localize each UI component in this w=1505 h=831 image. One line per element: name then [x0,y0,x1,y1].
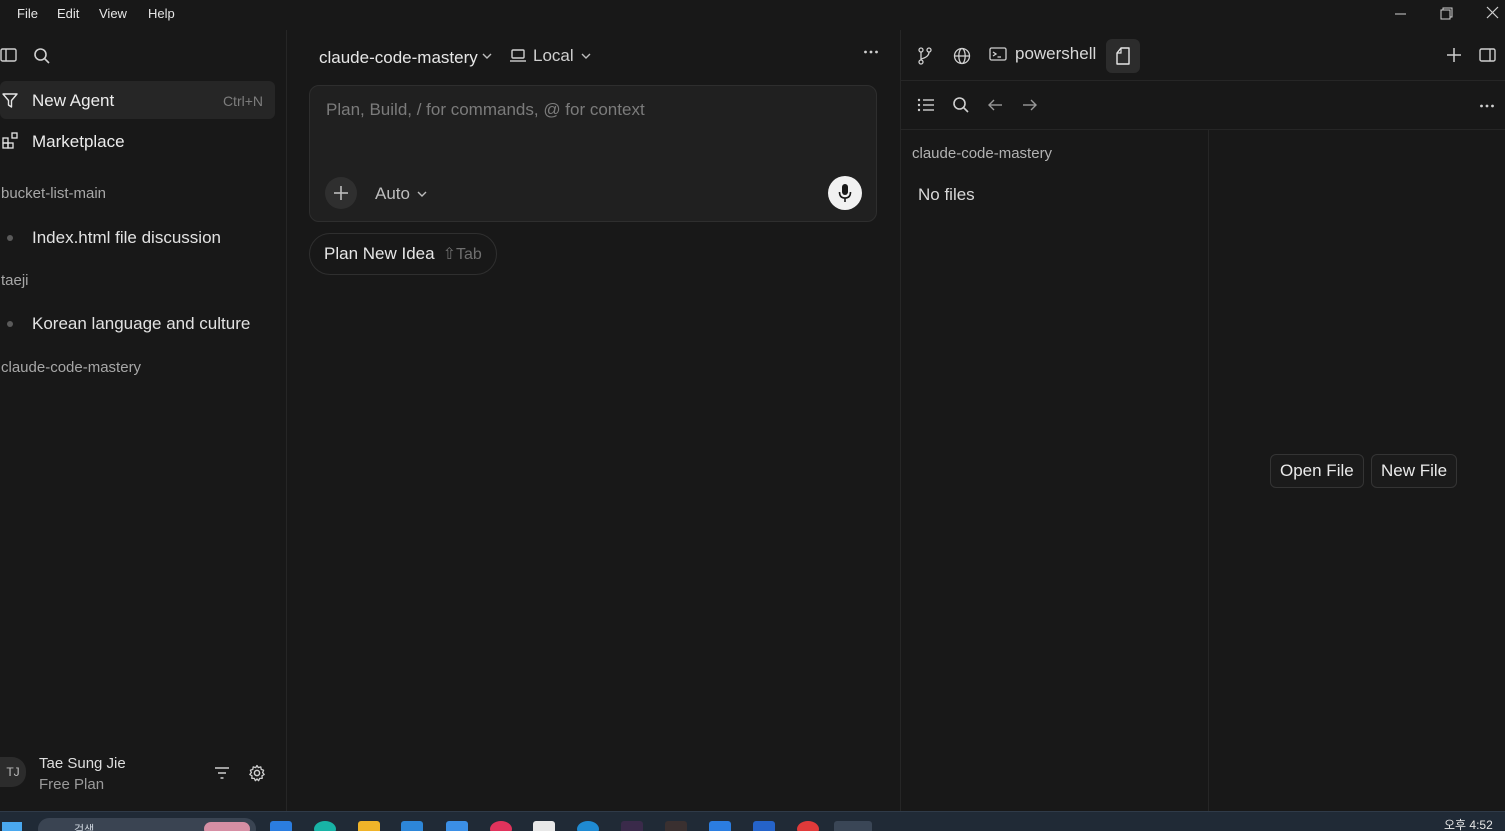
marketplace-label: Marketplace [32,132,125,151]
tab-powershell[interactable]: powershell [989,44,1096,64]
chat-dot [7,321,13,327]
open-file-button[interactable]: Open File [1270,454,1364,488]
filter-icon[interactable] [214,766,230,780]
search-icon[interactable] [33,47,51,65]
new-file-button[interactable]: New File [1371,454,1458,488]
file-tree: claude-code-mastery No files [901,130,1209,811]
sidebar: New Agent Ctrl+N Marketplace bucket-list… [0,30,287,811]
settings-gear-icon[interactable] [248,764,266,782]
marketplace-button[interactable]: Marketplace [0,122,275,160]
prompt-composer: Auto [309,85,877,222]
prompt-input[interactable] [326,100,846,120]
title-bar: File Edit View Help [0,0,1505,30]
chevron-down-icon [481,51,493,61]
new-agent-button[interactable]: New Agent Ctrl+N [0,81,275,119]
main-panel: claude-code-mastery Local Auto [287,30,901,811]
more-options-icon[interactable] [863,48,879,56]
new-agent-shortcut: Ctrl+N [222,93,263,109]
taskbar-app-icon[interactable] [797,821,819,831]
menu-help[interactable]: Help [148,6,175,21]
mode-selector[interactable]: Auto [375,184,428,204]
chevron-down-icon [416,189,428,199]
add-tab-icon[interactable] [1446,47,1462,63]
repo-name: claude-code-mastery [319,48,478,67]
taskbar-app-icon[interactable] [577,821,599,831]
add-context-button[interactable] [325,177,357,209]
toggle-sidebar-icon[interactable] [0,47,18,63]
repo-selector[interactable]: claude-code-mastery [319,48,492,68]
chat-title: Index.html file discussion [32,228,221,247]
laptop-icon [509,48,527,64]
file-icon [1116,47,1130,65]
taskbar-search[interactable]: 검색 [38,818,256,831]
more-options-icon[interactable] [1479,102,1495,110]
close-window-button[interactable] [1481,4,1505,24]
new-agent-label: New Agent [32,91,115,110]
project-group-label[interactable]: bucket-list-main [1,185,106,202]
avatar: TJ [0,757,26,787]
taskbar-app-icon[interactable] [533,821,555,831]
menu-view[interactable]: View [99,6,127,21]
taskbar-app-icon[interactable] [401,821,423,831]
taskbar-app-icon-active[interactable] [834,821,872,831]
empty-state-text: No files [918,185,975,204]
search-icon[interactable] [952,96,970,114]
globe-icon[interactable] [953,47,971,65]
back-arrow-icon[interactable] [987,97,1003,113]
minimize-button[interactable] [1389,4,1413,24]
file-toolbar [901,81,1505,130]
right-panel: powershell claude-code-mastery No files … [901,30,1505,811]
git-branch-icon[interactable] [917,47,933,65]
user-plan: Free Plan [39,776,105,793]
taskbar-app-icon[interactable] [358,821,380,831]
microphone-icon [838,183,852,203]
plan-chip-label: Plan New Idea [324,244,435,263]
environment-label: Local [533,46,574,65]
restore-button[interactable] [1434,4,1458,24]
taskbar-search-art [204,822,250,831]
user-profile[interactable]: TJ Tae Sung Jie Free Plan [0,744,287,804]
chat-dot [7,235,13,241]
marketplace-icon [2,132,20,149]
list-icon[interactable] [917,97,935,113]
taskbar-app-icon[interactable] [753,821,775,831]
environment-selector[interactable]: Local [509,46,592,66]
taskbar-app-icon[interactable] [314,821,336,831]
taskbar-app-icon[interactable] [665,821,687,831]
forward-arrow-icon[interactable] [1022,97,1038,113]
project-group-label[interactable]: claude-code-mastery [1,359,141,376]
menu-edit[interactable]: Edit [57,6,79,21]
taskbar-clock: 오후 4:52 [1444,818,1493,831]
chat-list-item[interactable]: Index.html file discussion [0,223,275,253]
project-group-label[interactable]: taeji [1,272,29,289]
file-tree-root[interactable]: claude-code-mastery [912,145,1052,162]
tab-files[interactable] [1106,39,1140,73]
taskbar-search-label: 검색 [74,824,95,831]
menu-file[interactable]: File [17,6,38,21]
chat-title: Korean language and culture [32,314,251,333]
microphone-button[interactable] [828,176,862,210]
start-icon[interactable] [2,822,22,831]
toggle-panel-icon[interactable] [1479,47,1497,63]
taskbar-app-icon[interactable] [621,821,643,831]
filter-funnel-icon [2,93,18,108]
taskbar-app-icon[interactable] [709,821,731,831]
terminal-icon [989,46,1007,62]
os-taskbar: 검색 오후 4:52 [0,811,1505,831]
plan-chip-shortcut: ⇧Tab [442,246,482,263]
chat-list-item[interactable]: Korean language and culture [0,309,275,339]
mode-label: Auto [375,184,410,203]
tab-powershell-label: powershell [1015,44,1097,63]
plan-new-idea-button[interactable]: Plan New Idea ⇧Tab [309,233,497,275]
user-name: Tae Sung Jie [39,755,126,772]
taskbar-app-icon[interactable] [270,821,292,831]
taskbar-app-icon[interactable] [446,821,468,831]
chevron-down-icon [580,51,592,61]
panel-tab-bar: powershell [901,30,1505,81]
taskbar-app-icon[interactable] [490,821,512,831]
